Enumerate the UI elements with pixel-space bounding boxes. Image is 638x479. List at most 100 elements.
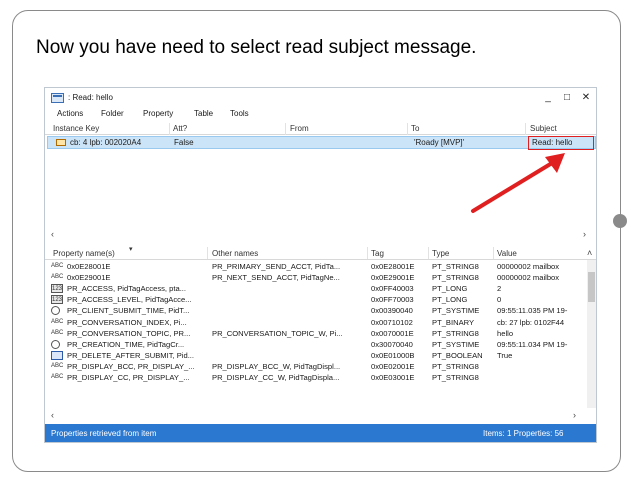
- properties-table-header: Property name(s) ▾ Other names Tag Type …: [45, 246, 596, 260]
- menu-actions[interactable]: Actions: [57, 109, 83, 118]
- table-row[interactable]: PR_CREATION_TIME, PidTagCr... 0x30070040 P…: [45, 339, 585, 350]
- table-row[interactable]: ABC 0x0E28001E PR_PRIMARY_SEND_ACCT, PidTa…: [45, 261, 585, 272]
- status-counts: Items: 1 Properties: 56: [483, 429, 564, 438]
- clock-icon: [51, 306, 60, 316]
- scroll-left-icon[interactable]: ‹: [51, 410, 54, 420]
- cell-type: PT_STRING8: [432, 361, 479, 371]
- table-row[interactable]: ABC PR_DISPLAY_BCC, PR_DISPLAY_... PR_DISP…: [45, 361, 585, 372]
- scrollbar-thumb[interactable]: [588, 272, 595, 302]
- clock-icon: [51, 339, 60, 349]
- cell-value: True: [497, 350, 513, 360]
- col-other-names[interactable]: Other names: [212, 249, 258, 258]
- cell-type: PT_STRING8: [432, 373, 479, 382]
- scroll-right-icon[interactable]: ›: [583, 229, 586, 239]
- maximize-button[interactable]: □: [560, 91, 574, 105]
- cell-type: PT_LONG: [432, 284, 468, 294]
- cell-type: PT_STRING8: [432, 273, 479, 283]
- cell-tag: 0x0070001E: [371, 328, 414, 338]
- col-tag[interactable]: Tag: [371, 249, 384, 258]
- string-property-icon: ABC: [51, 362, 63, 369]
- numeric-property-icon: 123: [51, 284, 63, 294]
- col-from[interactable]: From: [290, 124, 309, 133]
- properties-vertical-scrollbar[interactable]: [587, 260, 596, 408]
- cell-other-names: PR_DISPLAY_BCC_W, PidTagDispl...: [212, 361, 341, 371]
- cell-tag: 0x0E01000B: [371, 350, 415, 360]
- cell-type: PT_SYSTIME: [432, 306, 480, 316]
- slide-decoration-dot: [613, 214, 627, 228]
- cell-att: False: [174, 138, 194, 147]
- col-att[interactable]: Att?: [173, 124, 187, 133]
- column-separator[interactable]: [428, 247, 429, 259]
- column-separator[interactable]: [407, 123, 408, 135]
- table-row[interactable]: PR_DELETE_AFTER_SUBMIT, Pid... 0x0E01000B…: [45, 350, 585, 361]
- cell-type: PT_LONG: [432, 295, 468, 305]
- scroll-right-icon[interactable]: ›: [573, 410, 576, 420]
- red-arrow-icon: [471, 153, 565, 213]
- close-button[interactable]: ✕: [579, 91, 593, 105]
- mfcmapi-window: : Read: hello _ □ ✕ Actions Folder Prope…: [44, 87, 597, 443]
- cell-property-name: PR_CONVERSATION_TOPIC, PR...: [67, 328, 191, 338]
- col-to[interactable]: To: [411, 124, 419, 133]
- cell-other-names: PR_NEXT_SEND_ACCT, PidTagNe...: [212, 273, 340, 283]
- col-property-name[interactable]: Property name(s): [53, 249, 115, 258]
- table-row[interactable]: 123 PR_ACCESS, PidTagAccess, pta... 0x0FF4…: [45, 283, 585, 294]
- cell-property-name: PR_CREATION_TIME, PidTagCr...: [67, 339, 185, 349]
- column-separator[interactable]: [367, 247, 368, 259]
- cell-tag: 0x00390040: [371, 306, 413, 316]
- string-property-icon: ABC: [51, 263, 63, 269]
- title-bar: : Read: hello _ □ ✕: [45, 88, 596, 108]
- table-row[interactable]: ABC PR_CONVERSATION_TOPIC, PR... PR_CONVER…: [45, 328, 585, 339]
- menu-tools[interactable]: Tools: [230, 109, 249, 118]
- menu-folder[interactable]: Folder: [101, 109, 124, 118]
- cell-tag: 0x0E03001E: [371, 373, 415, 382]
- numeric-property-icon: 123: [51, 295, 63, 305]
- cell-value: 09:55:11.034 PM 19-: [497, 339, 568, 349]
- string-property-icon: ABC: [51, 329, 63, 336]
- upper-horizontal-scrollbar[interactable]: ‹ ›: [45, 229, 596, 239]
- cell-other-names: PR_CONVERSATION_TOPIC_W, Pi...: [212, 328, 343, 338]
- table-row[interactable]: PR_CLIENT_SUBMIT_TIME, PidT... 0x00390040…: [45, 305, 585, 316]
- cell-property-name: PR_ACCESS, PidTagAccess, pta...: [67, 284, 187, 294]
- slide-instruction: Now you have need to select read subject…: [36, 37, 477, 58]
- cell-type: PT_STRING8: [432, 328, 479, 338]
- cell-type: PT_STRING8: [432, 262, 479, 271]
- cell-value: 00000002 mailbox: [497, 262, 560, 271]
- col-value[interactable]: Value: [497, 249, 517, 258]
- cell-other-names: PR_PRIMARY_SEND_ACCT, PidTa...: [212, 262, 341, 271]
- cell-value: 0: [497, 295, 502, 305]
- status-message: Properties retrieved from item: [51, 429, 157, 438]
- table-row[interactable]: ABC PR_CONVERSATION_INDEX, Pi... 0x0071010…: [45, 317, 585, 328]
- table-row[interactable]: ABC 0x0E29001E PR_NEXT_SEND_ACCT, PidTagNe…: [45, 272, 585, 283]
- scroll-left-icon[interactable]: ‹: [51, 229, 54, 239]
- cell-tag: 0x0FF70003: [371, 295, 414, 305]
- cell-property-name: PR_CLIENT_SUBMIT_TIME, PidT...: [67, 306, 190, 316]
- string-property-icon: ABC: [51, 274, 63, 281]
- cell-to: 'Roady [MVP]': [414, 138, 465, 147]
- cell-tag: 0x0E28001E: [371, 262, 415, 271]
- cell-property-name: PR_ACCESS_LEVEL, PidTagAcce...: [67, 295, 192, 305]
- menu-table[interactable]: Table: [194, 109, 213, 118]
- cell-value: hello: [497, 328, 514, 338]
- menu-property[interactable]: Property: [143, 109, 173, 118]
- cell-value: 2: [497, 284, 502, 294]
- col-instance-key[interactable]: Instance Key: [53, 124, 99, 133]
- minimize-button[interactable]: _: [541, 91, 555, 105]
- messages-table-header: Instance Key Att? From To Subject: [45, 123, 596, 135]
- table-row[interactable]: 123 PR_ACCESS_LEVEL, PidTagAcce... 0x0FF70…: [45, 294, 585, 305]
- lower-horizontal-scrollbar[interactable]: ‹ ›: [45, 410, 596, 420]
- column-separator[interactable]: [525, 123, 526, 135]
- col-subject[interactable]: Subject: [530, 124, 557, 133]
- column-separator[interactable]: [169, 123, 170, 135]
- column-separator[interactable]: [285, 123, 286, 135]
- cell-tag: 0x0E02001E: [371, 361, 415, 371]
- column-separator[interactable]: [207, 247, 208, 259]
- cell-tag: 0x00710102: [371, 317, 413, 327]
- column-separator[interactable]: [493, 247, 494, 259]
- scroll-up-icon[interactable]: ˄: [587, 248, 592, 258]
- cell-property-name: 0x0E29001E: [67, 273, 111, 283]
- sort-desc-icon: ▾: [129, 246, 133, 253]
- cell-property-name: 0x0E28001E: [67, 262, 111, 271]
- col-type[interactable]: Type: [432, 249, 449, 258]
- table-row[interactable]: ABC PR_DISPLAY_CC, PR_DISPLAY_... PR_DISPL…: [45, 372, 585, 383]
- window-app-icon: [51, 93, 64, 103]
